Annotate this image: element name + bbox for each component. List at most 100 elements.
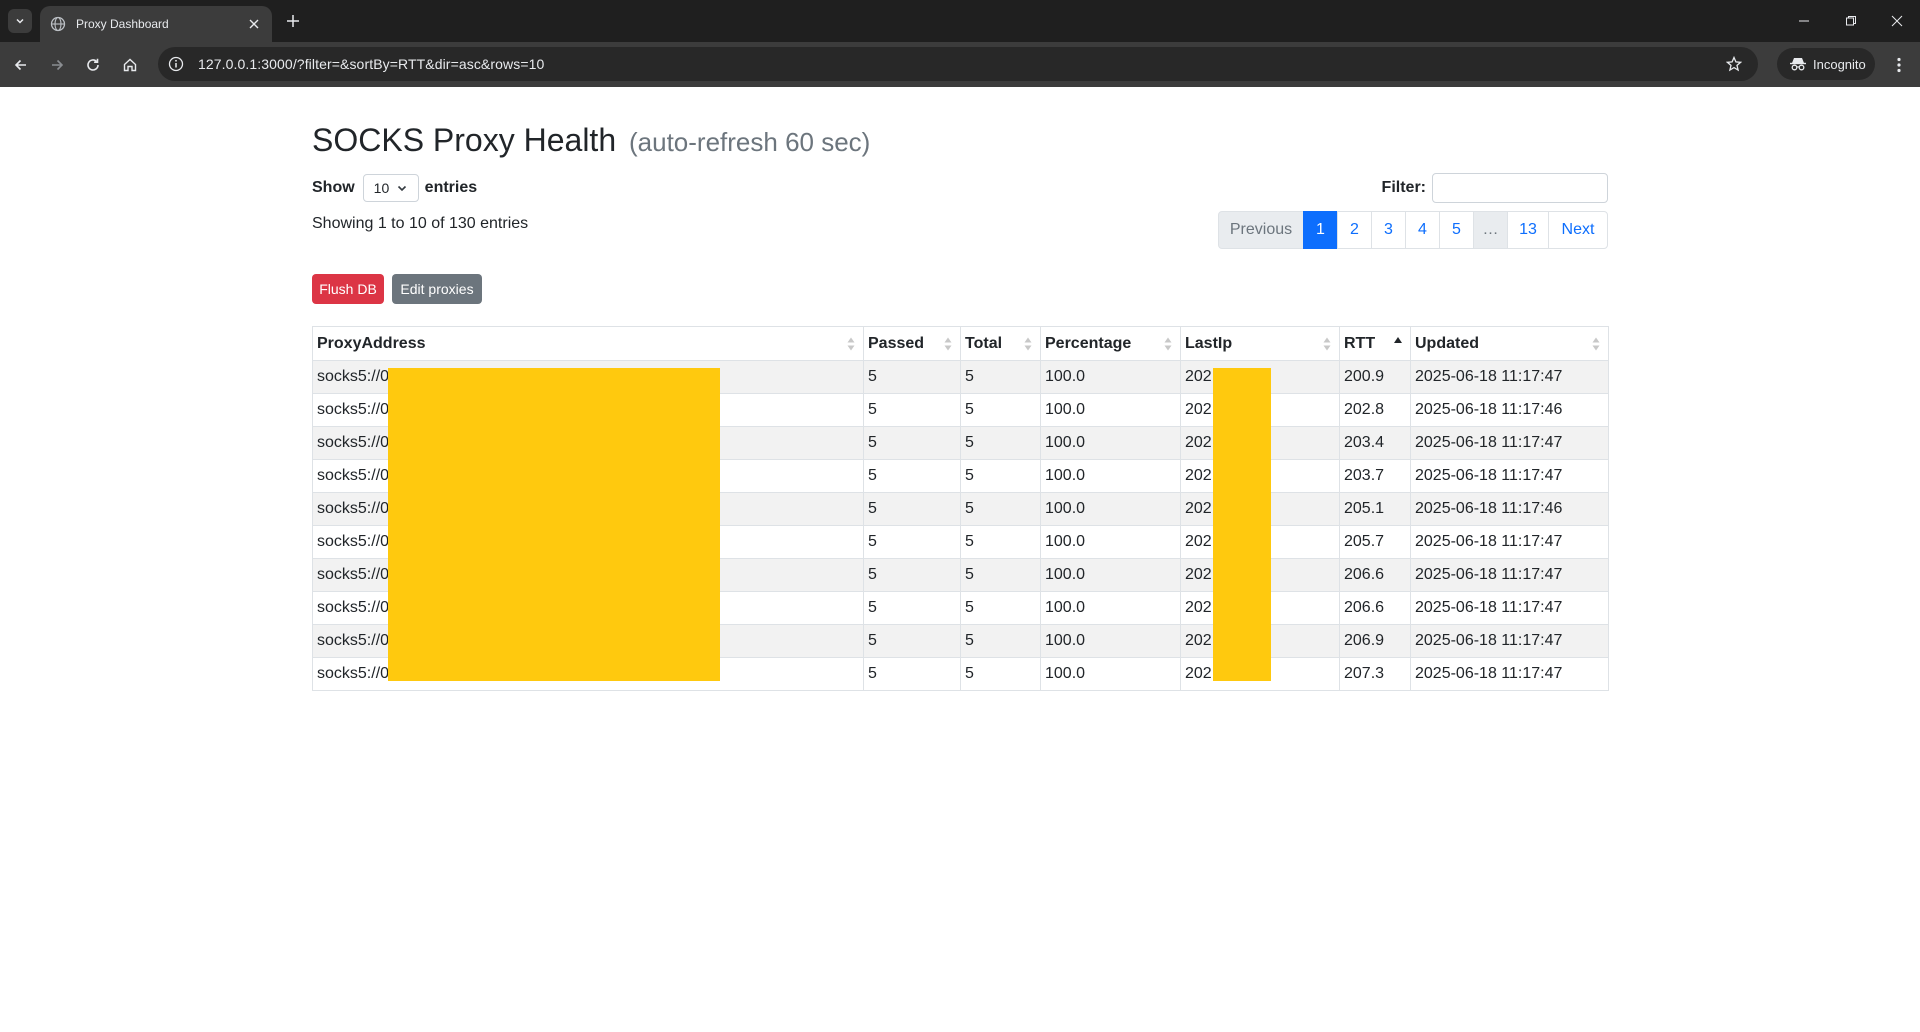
cell-rtt: 203.4: [1339, 426, 1411, 460]
cell-rtt-value: 202.8: [1344, 401, 1385, 418]
kebab-menu-icon[interactable]: [1885, 51, 1913, 79]
rows-per-page-select[interactable]: 10: [362, 174, 419, 202]
cell-passed-value: 5: [868, 566, 877, 583]
cell-updated-value: 2025-06-18 11:17:47: [1415, 566, 1563, 583]
column-header-label: Percentage: [1045, 334, 1132, 352]
url-text[interactable]: 127.0.0.1:3000/?filter=&sortBy=RTT&dir=a…: [198, 56, 1722, 72]
cell-last-ip-prefix: 202.: [1185, 533, 1217, 550]
cell-total: 5: [960, 492, 1041, 526]
cell-rtt: 200.9: [1339, 360, 1411, 394]
browser-tab[interactable]: Proxy Dashboard: [40, 6, 272, 42]
cell-proxy-address-prefix: socks5://0: [317, 599, 390, 616]
close-window-icon[interactable]: [1885, 9, 1909, 33]
column-header-label: Total: [965, 334, 1003, 352]
page-subtitle: (auto-refresh 60 sec): [629, 127, 871, 157]
cell-updated-value: 2025-06-18 11:17:47: [1415, 599, 1563, 616]
cell-percentage-value: 100.0: [1045, 500, 1086, 517]
incognito-label: Incognito: [1813, 56, 1866, 72]
column-header-label: RTT: [1344, 334, 1376, 352]
cell-rtt: 203.7: [1339, 459, 1411, 493]
flush-db-button[interactable]: Flush DB: [312, 274, 384, 304]
cell-last-ip-prefix: 202.: [1185, 467, 1217, 484]
cell-proxy-address-prefix: socks5://0: [317, 467, 390, 484]
pagination-page-4[interactable]: 4: [1405, 211, 1440, 249]
chevron-down-icon: [396, 182, 408, 194]
cell-passed: 5: [863, 393, 961, 427]
cell-percentage-value: 100.0: [1045, 599, 1086, 616]
sort-ascending-icon: [1394, 337, 1402, 343]
column-header-updated[interactable]: Updated: [1410, 326, 1609, 361]
table-header-row: ProxyAddress Passed Total Percentage LastIp R…: [312, 326, 1609, 361]
column-header-total[interactable]: Total: [960, 326, 1041, 361]
incognito-badge[interactable]: Incognito: [1777, 48, 1875, 80]
column-header-last-ip[interactable]: LastIp: [1180, 326, 1340, 361]
cell-proxy-address-prefix: socks5://0: [317, 632, 390, 649]
pagination-next[interactable]: Next: [1548, 211, 1608, 249]
cell-percentage-value: 100.0: [1045, 368, 1086, 385]
column-header-rtt[interactable]: RTT: [1339, 326, 1411, 361]
close-icon[interactable]: [244, 14, 264, 34]
home-icon[interactable]: [116, 51, 144, 79]
cell-rtt: 205.1: [1339, 492, 1411, 526]
address-bar[interactable]: 127.0.0.1:3000/?filter=&sortBy=RTT&dir=a…: [158, 47, 1758, 81]
back-arrow-icon[interactable]: [7, 51, 35, 79]
filter-input[interactable]: [1432, 173, 1608, 203]
cell-proxy-address-prefix: socks5://0: [317, 500, 390, 517]
cell-rtt-value: 206.9: [1344, 632, 1385, 649]
cell-updated-value: 2025-06-18 11:17:47: [1415, 533, 1563, 550]
reload-icon[interactable]: [79, 51, 107, 79]
restore-icon[interactable]: [1839, 9, 1863, 33]
column-header-label: ProxyAddress: [317, 334, 426, 352]
forward-arrow-icon[interactable]: [43, 51, 71, 79]
cell-percentage: 100.0: [1040, 591, 1181, 625]
cell-rtt: 206.6: [1339, 591, 1411, 625]
cell-passed-value: 5: [868, 368, 877, 385]
column-header-passed[interactable]: Passed: [863, 326, 961, 361]
cell-updated: 2025-06-18 11:17:47: [1410, 591, 1609, 625]
pagination-page-5[interactable]: 5: [1439, 211, 1474, 249]
entries-label: entries: [424, 179, 478, 196]
cell-rtt: 207.3: [1339, 657, 1411, 691]
cell-percentage: 100.0: [1040, 558, 1181, 592]
new-tab-plus-icon[interactable]: [281, 9, 305, 33]
cell-updated-value: 2025-06-18 11:17:47: [1415, 467, 1563, 484]
cell-updated: 2025-06-18 11:17:46: [1410, 492, 1609, 526]
pagination-page-3[interactable]: 3: [1371, 211, 1406, 249]
cell-updated: 2025-06-18 11:17:47: [1410, 426, 1609, 460]
minimize-icon[interactable]: [1792, 9, 1816, 33]
page-title-text: SOCKS Proxy Health: [312, 122, 617, 158]
cell-updated: 2025-06-18 11:17:47: [1410, 459, 1609, 493]
column-header-proxy-address[interactable]: ProxyAddress: [312, 326, 864, 361]
cell-total-value: 5: [965, 368, 974, 385]
cell-updated-value: 2025-06-18 11:17:46: [1415, 401, 1563, 418]
cell-passed-value: 5: [868, 401, 877, 418]
cell-passed-value: 5: [868, 467, 877, 484]
cell-passed: 5: [863, 360, 961, 394]
column-header-percentage[interactable]: Percentage: [1040, 326, 1181, 361]
sort-icon: [944, 337, 952, 351]
pagination-page-13[interactable]: 13: [1507, 211, 1549, 249]
cell-total: 5: [960, 360, 1041, 394]
edit-proxies-button[interactable]: Edit proxies: [392, 274, 482, 304]
tab-title: Proxy Dashboard: [76, 17, 169, 31]
cell-percentage-value: 100.0: [1045, 665, 1086, 682]
cell-total-value: 5: [965, 500, 974, 517]
page-title: SOCKS Proxy Health (auto-refresh 60 sec): [312, 120, 870, 162]
site-info-icon[interactable]: [166, 54, 186, 74]
tab-search-chevron-icon[interactable]: [8, 9, 32, 33]
cell-updated: 2025-06-18 11:17:47: [1410, 558, 1609, 592]
cell-total-value: 5: [965, 533, 974, 550]
pagination-page-2[interactable]: 2: [1337, 211, 1372, 249]
cell-percentage: 100.0: [1040, 492, 1181, 526]
pagination-page-1[interactable]: 1: [1303, 211, 1338, 249]
cell-last-ip-prefix: 202.: [1185, 599, 1217, 616]
bookmark-star-icon[interactable]: [1722, 52, 1746, 76]
pagination-previous[interactable]: Previous: [1218, 211, 1304, 249]
cell-proxy-address-prefix: socks5://0: [317, 368, 390, 385]
cell-passed: 5: [863, 558, 961, 592]
cell-percentage: 100.0: [1040, 459, 1181, 493]
cell-passed: 5: [863, 624, 961, 658]
cell-total-value: 5: [965, 632, 974, 649]
cell-rtt-value: 205.7: [1344, 533, 1385, 550]
cell-proxy-address-prefix: socks5://0: [317, 566, 390, 583]
